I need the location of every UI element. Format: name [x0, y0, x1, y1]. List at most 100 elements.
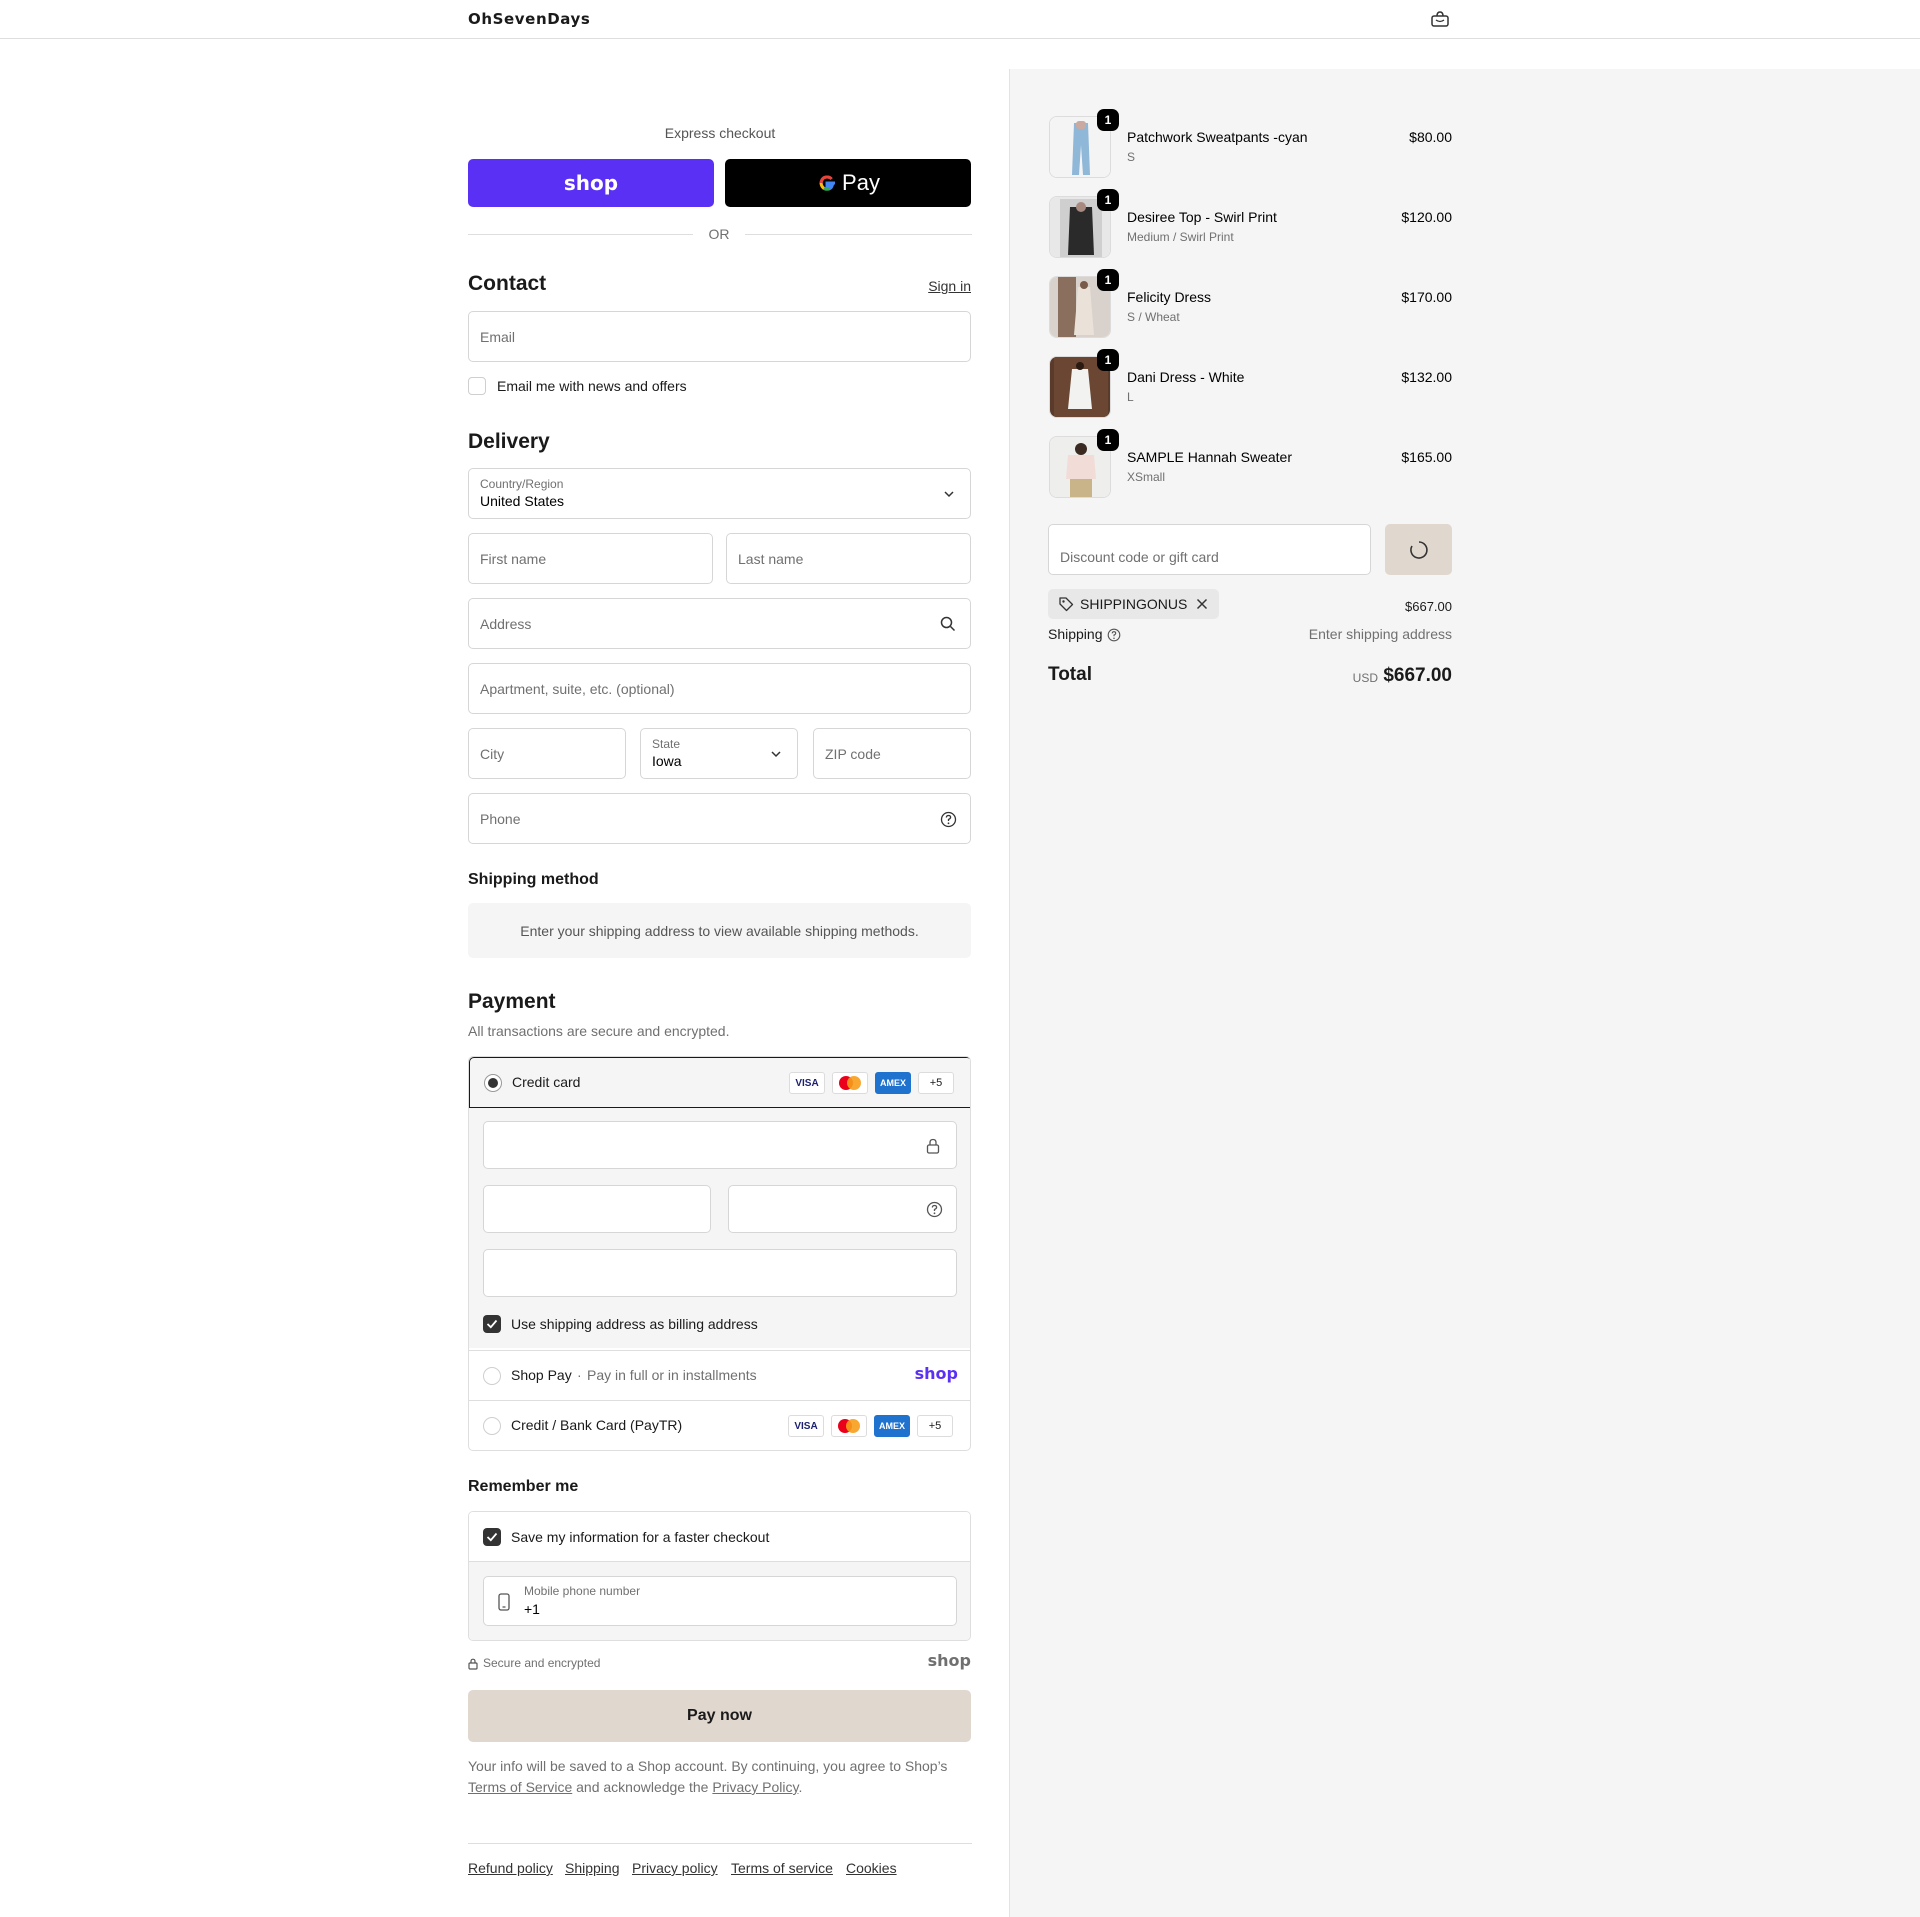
item-price: $170.00: [1401, 289, 1452, 305]
zip-field[interactable]: ZIP code: [813, 728, 971, 779]
news-checkbox[interactable]: [468, 377, 486, 395]
contact-heading: Contact: [468, 272, 547, 295]
amex-icon: AMEX: [874, 1415, 910, 1437]
loading-spinner-icon: [1410, 541, 1428, 559]
security-code-field[interactable]: [728, 1185, 957, 1233]
total-value: $667.00: [1383, 665, 1452, 686]
address-field[interactable]: Address: [468, 598, 971, 649]
first-name-field[interactable]: First name: [468, 533, 713, 584]
help-circle-icon[interactable]: [1107, 628, 1121, 642]
legal-text: Your info will be saved to a Shop accoun…: [468, 1756, 971, 1798]
sign-in-link[interactable]: Sign in: [900, 278, 971, 294]
payment-options: Credit card VISA AMEX +5 Use shipping ad…: [468, 1056, 971, 1451]
more-cards-label: +5: [929, 1077, 943, 1089]
country-select[interactable]: Country/Region United States: [468, 468, 971, 519]
credit-card-option[interactable]: Credit card VISA AMEX +5: [469, 1057, 970, 1108]
remove-discount-icon[interactable]: [1196, 598, 1208, 610]
google-pay-label: Pay: [842, 170, 880, 195]
mobile-phone-field[interactable]: Mobile phone number +1: [483, 1576, 957, 1626]
discount-code-placeholder: Discount code or gift card: [1060, 549, 1219, 565]
paytr-radio[interactable]: [483, 1417, 501, 1435]
state-label: State: [652, 737, 681, 751]
discount-code-field[interactable]: Discount code or gift card: [1048, 524, 1371, 575]
phone-placeholder: Phone: [480, 810, 521, 827]
mobile-phone-value: +1: [524, 1601, 540, 1617]
shipping-policy-link[interactable]: Shipping: [565, 1860, 620, 1876]
shop-pay-sublabel: Pay in full or in installments: [587, 1367, 757, 1383]
privacy-policy-link[interactable]: Privacy Policy: [712, 1779, 798, 1795]
item-price: $80.00: [1409, 129, 1452, 145]
pay-now-label: Pay now: [687, 1707, 752, 1724]
terms-of-service-link[interactable]: Terms of Service: [468, 1779, 572, 1795]
zip-placeholder: ZIP code: [825, 745, 881, 762]
google-g-icon: [819, 175, 836, 191]
news-checkbox-label: Email me with news and offers: [497, 378, 687, 394]
shipping-method-message: Enter your shipping address to view avai…: [520, 922, 919, 939]
quantity-badge: 1: [1097, 349, 1119, 371]
quantity-badge: 1: [1097, 269, 1119, 291]
refund-policy-link[interactable]: Refund policy: [468, 1860, 553, 1876]
paytr-option[interactable]: Credit / Bank Card (PayTR) VISA AMEX +5: [469, 1400, 970, 1450]
shop-pay-option[interactable]: Shop Pay · Pay in full or in installment…: [469, 1350, 970, 1400]
chevron-down-icon: [771, 751, 781, 758]
country-label: Country/Region: [480, 477, 564, 491]
state-select[interactable]: State Iowa: [640, 728, 798, 779]
shipping-label: Shipping: [1048, 626, 1103, 642]
tag-icon: [1059, 597, 1074, 612]
card-number-field[interactable]: [483, 1121, 957, 1169]
terms-of-service-footer-link[interactable]: Terms of service: [731, 1860, 833, 1876]
help-circle-icon[interactable]: [940, 811, 957, 828]
item-price: $120.00: [1401, 209, 1452, 225]
quantity-badge: 1: [1097, 189, 1119, 211]
item-variant: Medium / Swirl Print: [1127, 230, 1234, 244]
city-field[interactable]: City: [468, 728, 626, 779]
phone-field[interactable]: Phone: [468, 793, 971, 844]
shop-pay-logo: shop: [914, 1364, 958, 1383]
shop-logo: shop: [927, 1651, 971, 1670]
email-field[interactable]: Email: [468, 311, 971, 362]
apartment-field[interactable]: Apartment, suite, etc. (optional): [468, 663, 971, 714]
credit-card-radio[interactable]: [484, 1074, 502, 1092]
amex-icon: AMEX: [875, 1072, 911, 1094]
shop-pay-radio[interactable]: [483, 1367, 501, 1385]
billing-same-checkbox[interactable]: [483, 1315, 501, 1333]
secure-encrypted-label: Secure and encrypted: [483, 1656, 601, 1670]
more-cards-badge: +5: [918, 1072, 954, 1094]
store-logo[interactable]: OhSevenDays: [468, 10, 590, 28]
email-placeholder: Email: [480, 328, 516, 345]
help-circle-icon[interactable]: [926, 1201, 943, 1218]
lock-icon: [926, 1138, 940, 1154]
save-info-checkbox[interactable]: [483, 1528, 501, 1546]
cookies-link[interactable]: Cookies: [846, 1860, 897, 1876]
total-label: Total: [1048, 664, 1092, 685]
or-divider-line-right: [745, 234, 972, 235]
or-divider-line-left: [468, 234, 693, 235]
shop-pay-button[interactable]: shop: [468, 159, 714, 207]
quantity-badge: 1: [1097, 429, 1119, 451]
pay-now-button[interactable]: Pay now: [468, 1690, 971, 1742]
google-pay-button[interactable]: Pay: [725, 159, 971, 207]
item-variant: XSmall: [1127, 470, 1166, 484]
credit-card-label: Credit card: [512, 1074, 581, 1090]
bullet-separator: ·: [577, 1367, 582, 1383]
apply-discount-button[interactable]: [1385, 524, 1452, 575]
legal-text-part2: and acknowledge the: [576, 1779, 709, 1795]
shipping-method-notice: Enter your shipping address to view avai…: [468, 903, 971, 958]
visa-icon: VISA: [788, 1415, 824, 1437]
amex-label: AMEX: [879, 1078, 906, 1088]
save-info-row[interactable]: Save my information for a faster checkou…: [469, 1512, 970, 1562]
search-icon: [940, 616, 956, 632]
billing-same-label: Use shipping address as billing address: [511, 1316, 758, 1332]
apartment-placeholder: Apartment, suite, etc. (optional): [480, 680, 675, 697]
visa-label: VISA: [795, 1077, 819, 1089]
mobile-phone-icon: [498, 1593, 510, 1611]
address-placeholder: Address: [480, 615, 532, 632]
order-summary-pane: [1009, 69, 1920, 1917]
last-name-field[interactable]: Last name: [726, 533, 971, 584]
name-on-card-field[interactable]: [483, 1249, 957, 1297]
express-checkout-label: Express checkout: [664, 125, 776, 141]
privacy-policy-footer-link[interactable]: Privacy policy: [632, 1860, 718, 1876]
bag-icon[interactable]: [1430, 11, 1450, 27]
item-price: $165.00: [1401, 449, 1452, 465]
expiry-field[interactable]: [483, 1185, 711, 1233]
